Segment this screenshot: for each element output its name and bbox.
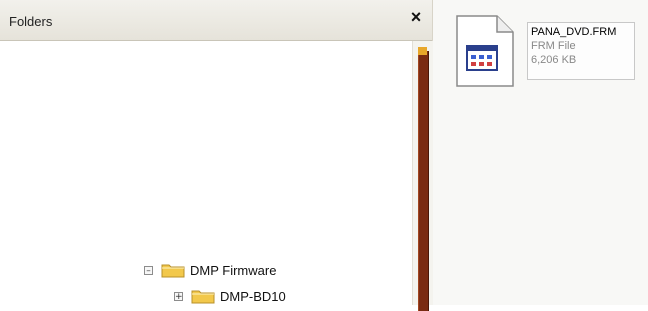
folders-title: Folders — [9, 14, 53, 29]
folder-icon — [161, 264, 185, 278]
collapse-icon[interactable]: – — [144, 265, 153, 275]
file-name: PANA_DVD.FRM — [531, 26, 617, 38]
file-info: PANA_DVD.FRM FRM File 6,206 KB — [527, 22, 635, 80]
folders-pane: Folders × – DMP Firmware + DMP-BD10 — [0, 0, 433, 311]
folder-tree[interactable]: – DMP Firmware + DMP-BD10 — [0, 41, 412, 305]
file-size: 6,206 KB — [531, 54, 577, 66]
tree-item-dmp-firmware[interactable]: – DMP Firmware — [144, 259, 276, 281]
generic-file-icon — [453, 12, 517, 90]
tree-item-dmp-bd10[interactable]: + DMP-BD10 — [174, 285, 286, 307]
folder-icon — [191, 290, 215, 304]
vertical-scrollbar[interactable] — [412, 41, 433, 311]
file-list-pane: PANA_DVD.FRM FRM File 6,206 KB — [433, 0, 648, 305]
close-button[interactable]: × — [406, 6, 426, 28]
tree-item-label: DMP-BD10 — [220, 288, 286, 304]
file-type: FRM File — [531, 40, 576, 52]
scrollbar-thumb[interactable] — [418, 47, 427, 55]
folders-header: Folders × — [0, 0, 432, 41]
tree-item-label: DMP Firmware — [190, 262, 277, 278]
file-item-pana-dvd[interactable]: PANA_DVD.FRM FRM File 6,206 KB — [453, 12, 645, 92]
expand-icon[interactable]: + — [174, 291, 183, 301]
scrollbar-track[interactable] — [418, 51, 429, 311]
